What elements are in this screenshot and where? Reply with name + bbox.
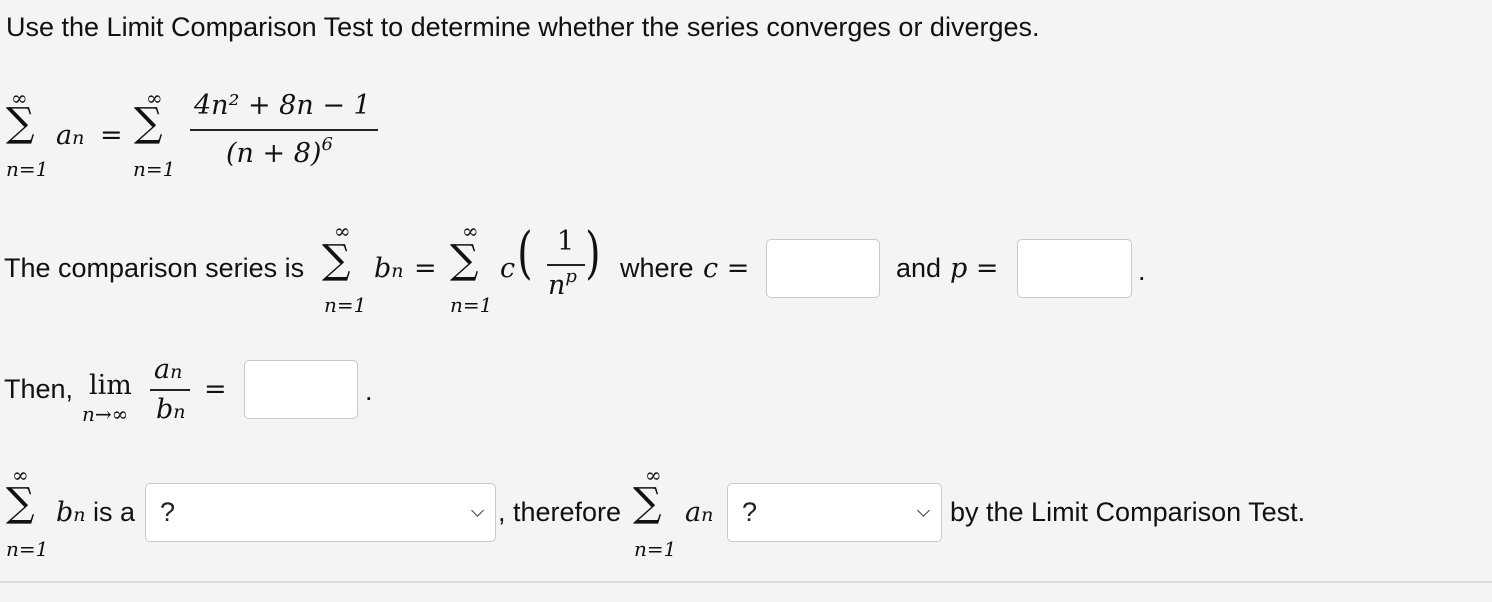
series-fraction-bar (190, 129, 378, 131)
sum6-sigma: ∑ (633, 480, 662, 526)
comparison-period: . (1138, 256, 1146, 286)
conclusion-term-a: an (685, 497, 714, 528)
sum1-sigma: ∑ (6, 100, 35, 146)
limit-equals: = (204, 374, 227, 405)
by-test-label: by the Limit Comparison Test. (950, 497, 1306, 527)
limit-value-input[interactable] (244, 360, 358, 419)
sum6-lower: n=1 (634, 537, 677, 561)
p-label: p = (950, 253, 999, 284)
limit-denominator: bn (156, 394, 186, 425)
comparison-equals: = (414, 253, 437, 284)
left-paren: ( (517, 221, 533, 286)
lim-operator: lim (89, 370, 132, 401)
limit-numerator: an (154, 354, 183, 385)
sum5-sigma: ∑ (6, 480, 35, 526)
then-label: Then, (4, 374, 74, 404)
equals-sign: = (100, 120, 123, 151)
select2-value: ? (742, 497, 758, 527)
comparison-frac-numerator: 1 (557, 226, 575, 257)
sum1-lower: n=1 (6, 157, 49, 181)
therefore-label: , therefore (498, 497, 622, 527)
limit-fraction-bar (150, 389, 190, 391)
bottom-divider (0, 581, 1492, 583)
right-paren: ) (585, 221, 601, 286)
sum3-lower: n=1 (324, 293, 367, 317)
comparison-label: The comparison series is (4, 253, 305, 283)
original-series-behavior-select[interactable]: ? (727, 483, 942, 542)
sum2-lower: n=1 (133, 157, 176, 181)
select1-value: ? (160, 497, 176, 527)
series-denominator: (n + 8)6 (226, 134, 333, 169)
question-prompt: Use the Limit Comparison Test to determi… (6, 12, 1040, 42)
c-label: c = (703, 253, 750, 284)
conclusion-term-b: bn (56, 497, 86, 528)
comparison-frac-denominator: np (548, 266, 577, 301)
sum3-sigma: ∑ (322, 237, 351, 283)
constant-c: c (500, 253, 516, 284)
lim-subscript: n→∞ (82, 402, 129, 426)
limit-period: . (365, 376, 373, 406)
sum2-sigma: ∑ (134, 100, 163, 146)
chevron-down-icon (919, 506, 929, 516)
is-a-label: is a (93, 497, 136, 527)
sum4-lower: n=1 (450, 293, 493, 317)
c-value-input[interactable] (766, 239, 880, 298)
sum4-sigma: ∑ (450, 237, 479, 283)
series-numerator: 4n² + 8n − 1 (194, 90, 371, 121)
sum5-lower: n=1 (6, 537, 49, 561)
series-term-a: an (56, 120, 85, 151)
and-label: and (896, 253, 942, 283)
comparison-term-b: bn (374, 253, 404, 284)
p-value-input[interactable] (1017, 239, 1132, 298)
chevron-down-icon (473, 506, 483, 516)
where-label: where (620, 253, 694, 283)
comparison-series-behavior-select[interactable]: ? (145, 483, 496, 542)
